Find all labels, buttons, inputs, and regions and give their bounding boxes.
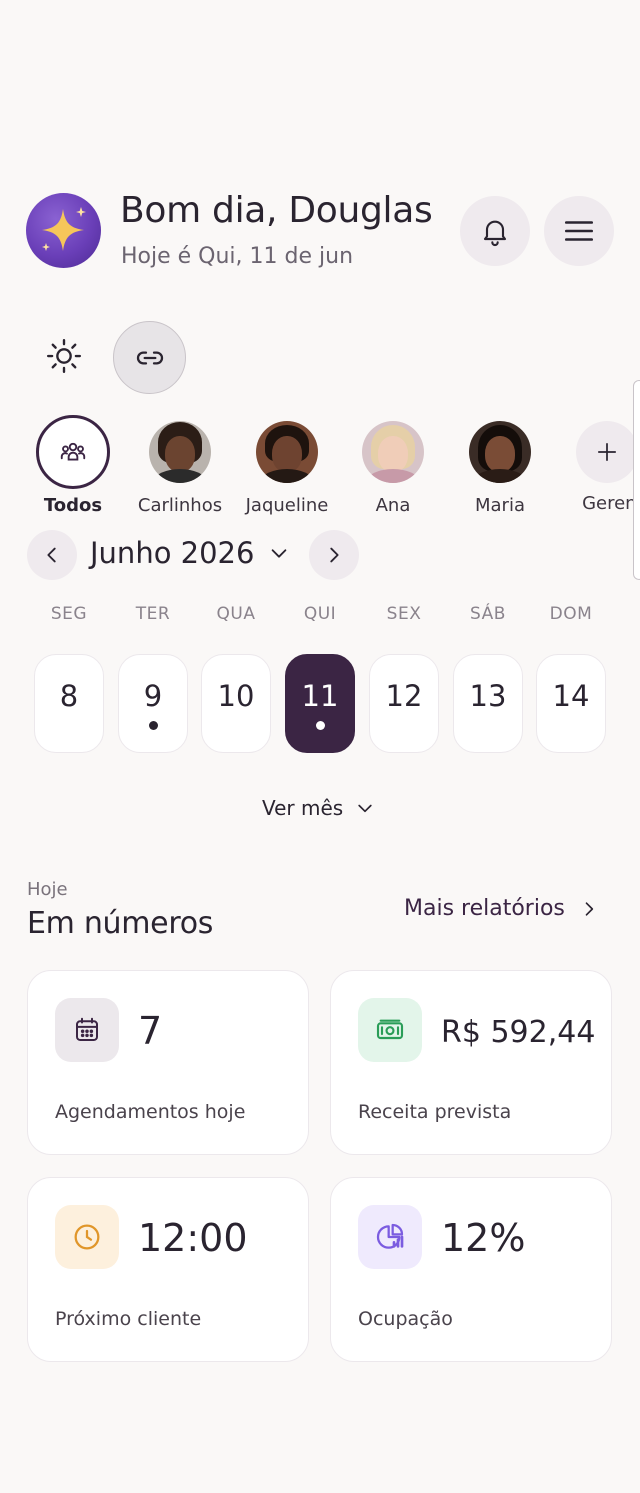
staff-name: Gerenciar xyxy=(582,493,640,514)
weekday-label: QUI xyxy=(303,604,337,624)
appointment-dot xyxy=(315,721,325,730)
see-month-label: Ver mês xyxy=(262,796,344,820)
app-logo xyxy=(26,193,101,268)
staff-name: Maria xyxy=(475,495,525,516)
theme-toggle[interactable] xyxy=(40,332,88,380)
staff-filter-carlinhos[interactable]: Carlinhos xyxy=(125,421,235,516)
weekday-label: QUA xyxy=(216,604,256,624)
users-group-icon xyxy=(60,442,86,461)
weekday-label: TER xyxy=(135,604,171,624)
hamburger-menu-icon xyxy=(564,221,594,241)
stat-card-occupancy[interactable]: 12% Ocupação xyxy=(330,1177,612,1362)
staff-name: Ana xyxy=(375,495,411,516)
side-panel-edge[interactable] xyxy=(633,380,640,580)
staff-filter-maria[interactable]: Maria xyxy=(445,421,555,516)
sparkle-icon xyxy=(42,207,86,251)
avatar xyxy=(36,415,110,489)
staff-name: Carlinhos xyxy=(137,495,223,516)
bell-icon xyxy=(483,220,507,246)
day-number: 10 xyxy=(217,679,255,713)
staff-name: Todos xyxy=(43,495,103,516)
greeting-title: Bom dia, Douglas xyxy=(120,190,433,231)
clock-icon xyxy=(74,1224,100,1250)
chevron-right-icon xyxy=(330,547,339,563)
calendar-icon xyxy=(76,1017,98,1041)
weekday-label: SEX xyxy=(386,604,422,624)
day-cell[interactable]: 14 xyxy=(536,654,606,753)
day-number: 13 xyxy=(469,679,507,713)
previous-month-button[interactable] xyxy=(27,530,77,580)
day-cell[interactable]: 12 xyxy=(369,654,439,753)
stat-label: Ocupação xyxy=(358,1308,453,1330)
chevron-down-icon xyxy=(272,549,287,558)
stat-card-revenue[interactable]: R$ 592,44 Receita prevista xyxy=(330,970,612,1155)
day-number: 9 xyxy=(143,679,163,713)
add-staff-circle xyxy=(576,421,638,483)
stat-value: 12:00 xyxy=(138,1216,248,1260)
avatar xyxy=(469,421,531,483)
stat-label: Agendamentos hoje xyxy=(55,1101,246,1123)
stat-value: 7 xyxy=(138,1009,163,1053)
pie-chart-icon xyxy=(376,1223,404,1249)
day-cell[interactable]: 10 xyxy=(201,654,271,753)
month-label: Junho 2026 xyxy=(90,536,255,570)
today-date: Hoje é Qui, 11 de jun xyxy=(121,244,354,269)
more-reports-link[interactable]: Mais relatórios xyxy=(404,896,599,921)
staff-filter-jaqueline[interactable]: Jaqueline xyxy=(232,421,342,516)
sun-icon xyxy=(46,338,82,374)
staff-filter-ana[interactable]: Ana xyxy=(338,421,448,516)
month-selector[interactable]: Junho 2026 xyxy=(90,536,290,570)
avatar xyxy=(149,421,211,483)
stat-icon-box xyxy=(358,998,422,1062)
weekday-label: DOM xyxy=(549,604,593,624)
stat-card-next-client[interactable]: 12:00 Próximo cliente xyxy=(27,1177,309,1362)
more-reports-label: Mais relatórios xyxy=(404,896,565,921)
day-number: 8 xyxy=(59,679,79,713)
chevron-left-icon xyxy=(47,547,56,563)
stat-icon-box xyxy=(55,1205,119,1269)
next-month-button[interactable] xyxy=(309,530,359,580)
day-number: 11 xyxy=(301,679,339,713)
stat-value: 12% xyxy=(441,1216,526,1260)
section-eyebrow: Hoje xyxy=(27,879,68,900)
weekday-label: SÁB xyxy=(470,604,506,624)
day-cell[interactable]: 9 xyxy=(118,654,188,753)
menu-button[interactable] xyxy=(544,196,614,266)
chevron-right-icon xyxy=(585,901,594,916)
day-cell[interactable]: 8 xyxy=(34,654,104,753)
stat-icon-box xyxy=(55,998,119,1062)
stat-card-appointments[interactable]: 7 Agendamentos hoje xyxy=(27,970,309,1155)
chevron-down-icon xyxy=(358,804,372,813)
appointment-dot xyxy=(148,721,158,730)
link-button[interactable] xyxy=(113,321,186,394)
notifications-button[interactable] xyxy=(460,196,530,266)
link-icon xyxy=(136,351,163,364)
avatar xyxy=(362,421,424,483)
avatar xyxy=(256,421,318,483)
stat-icon-box xyxy=(358,1205,422,1269)
weekday-label: SEG xyxy=(50,604,88,624)
day-cell-selected[interactable]: 11 xyxy=(285,654,355,753)
manage-staff-button[interactable]: Gerenciar xyxy=(552,421,640,514)
day-number: 14 xyxy=(552,679,590,713)
staff-filter-todos[interactable]: Todos xyxy=(18,415,128,516)
stat-label: Receita prevista xyxy=(358,1101,512,1123)
see-month-button[interactable]: Ver mês xyxy=(262,796,375,820)
day-number: 12 xyxy=(385,679,423,713)
staff-name: Jaqueline xyxy=(245,495,329,516)
cash-icon xyxy=(376,1019,404,1040)
section-title: Em números xyxy=(27,906,214,941)
day-cell[interactable]: 13 xyxy=(453,654,523,753)
plus-icon xyxy=(597,442,617,462)
stat-label: Próximo cliente xyxy=(55,1308,202,1330)
stat-value: R$ 592,44 xyxy=(441,1015,596,1050)
